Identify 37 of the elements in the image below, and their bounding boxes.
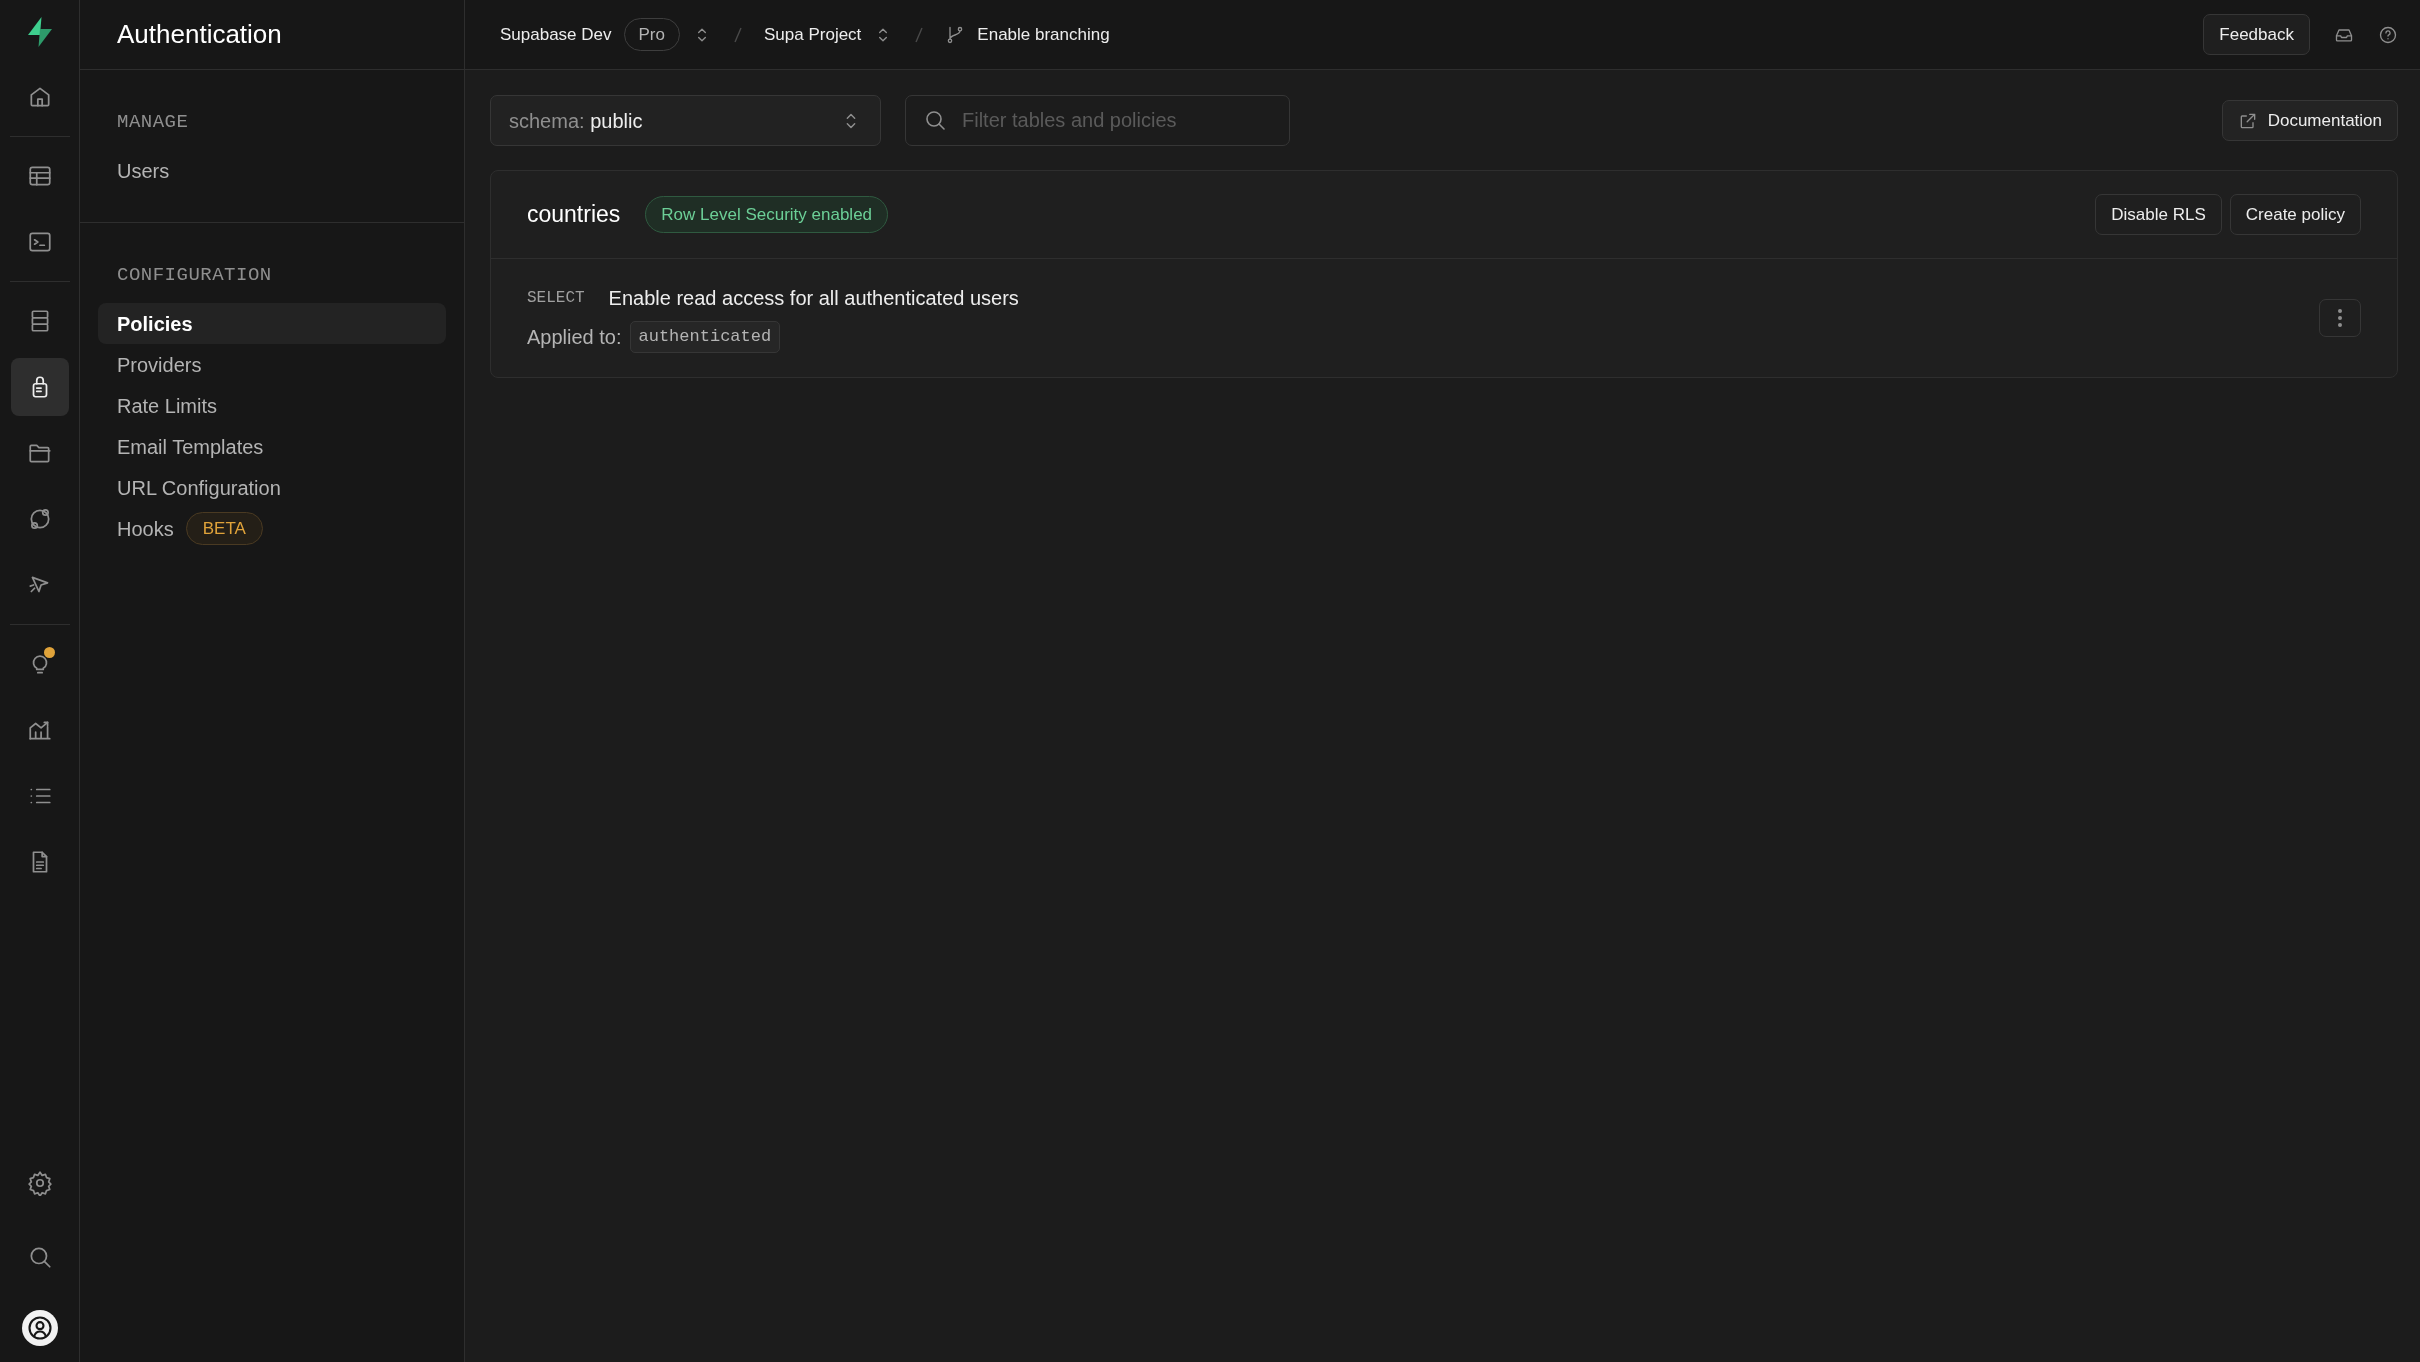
help-icon [2378, 24, 2398, 45]
policy-command: SELECT [527, 288, 585, 309]
more-button[interactable] [2319, 298, 2361, 337]
table-name: countries [527, 200, 621, 229]
sidebar-item[interactable]: Rate Limits [98, 385, 446, 426]
sidebar-item[interactable]: Policies [98, 303, 446, 344]
applied-label: Applied to: [527, 324, 622, 350]
user-icon [25, 1314, 54, 1342]
notification-dot [43, 647, 55, 658]
beta-badge: BETA [185, 511, 263, 546]
terminal-icon [26, 229, 53, 255]
page-title: Authentication [80, 0, 464, 70]
sidebar-item[interactable]: Providers [98, 344, 446, 385]
organization-name[interactable]: Supabase Dev [500, 21, 612, 48]
sidebar-item[interactable]: Email Templates [98, 426, 446, 467]
section-heading: CONFIGURATION [116, 262, 273, 288]
action-button[interactable]: Disable RLS [2095, 193, 2222, 236]
policy-name: Enable read access for all authenticated users [608, 286, 1019, 311]
nav-button[interactable] [10, 358, 69, 416]
sidebar-item[interactable]: Users [98, 150, 446, 192]
avatar[interactable] [21, 1310, 58, 1346]
settings-icon [26, 1170, 53, 1196]
project-name[interactable]: Supa Project [764, 21, 862, 48]
rls-badge: Row Level Security enabled [645, 195, 889, 234]
help-button[interactable] [2378, 24, 2398, 45]
role-tag: authenticated [629, 321, 781, 353]
schema-select[interactable]: schema: public [490, 95, 881, 146]
table-icon [26, 163, 53, 189]
search-field[interactable]: Filter tables and policies [905, 95, 1290, 146]
branch-link[interactable]: Enable branching [977, 21, 1110, 48]
documentation-button[interactable]: Documentation [2221, 99, 2398, 142]
more-icon [2337, 307, 2343, 328]
sidebar-item[interactable]: Hooks BETA [98, 508, 446, 549]
sidebar-item[interactable]: URL Configuration [98, 467, 446, 508]
feedback-button[interactable]: Feedback [2203, 13, 2310, 56]
action-button[interactable]: Create policy [2229, 193, 2361, 236]
section-heading: MANAGE [116, 110, 190, 135]
